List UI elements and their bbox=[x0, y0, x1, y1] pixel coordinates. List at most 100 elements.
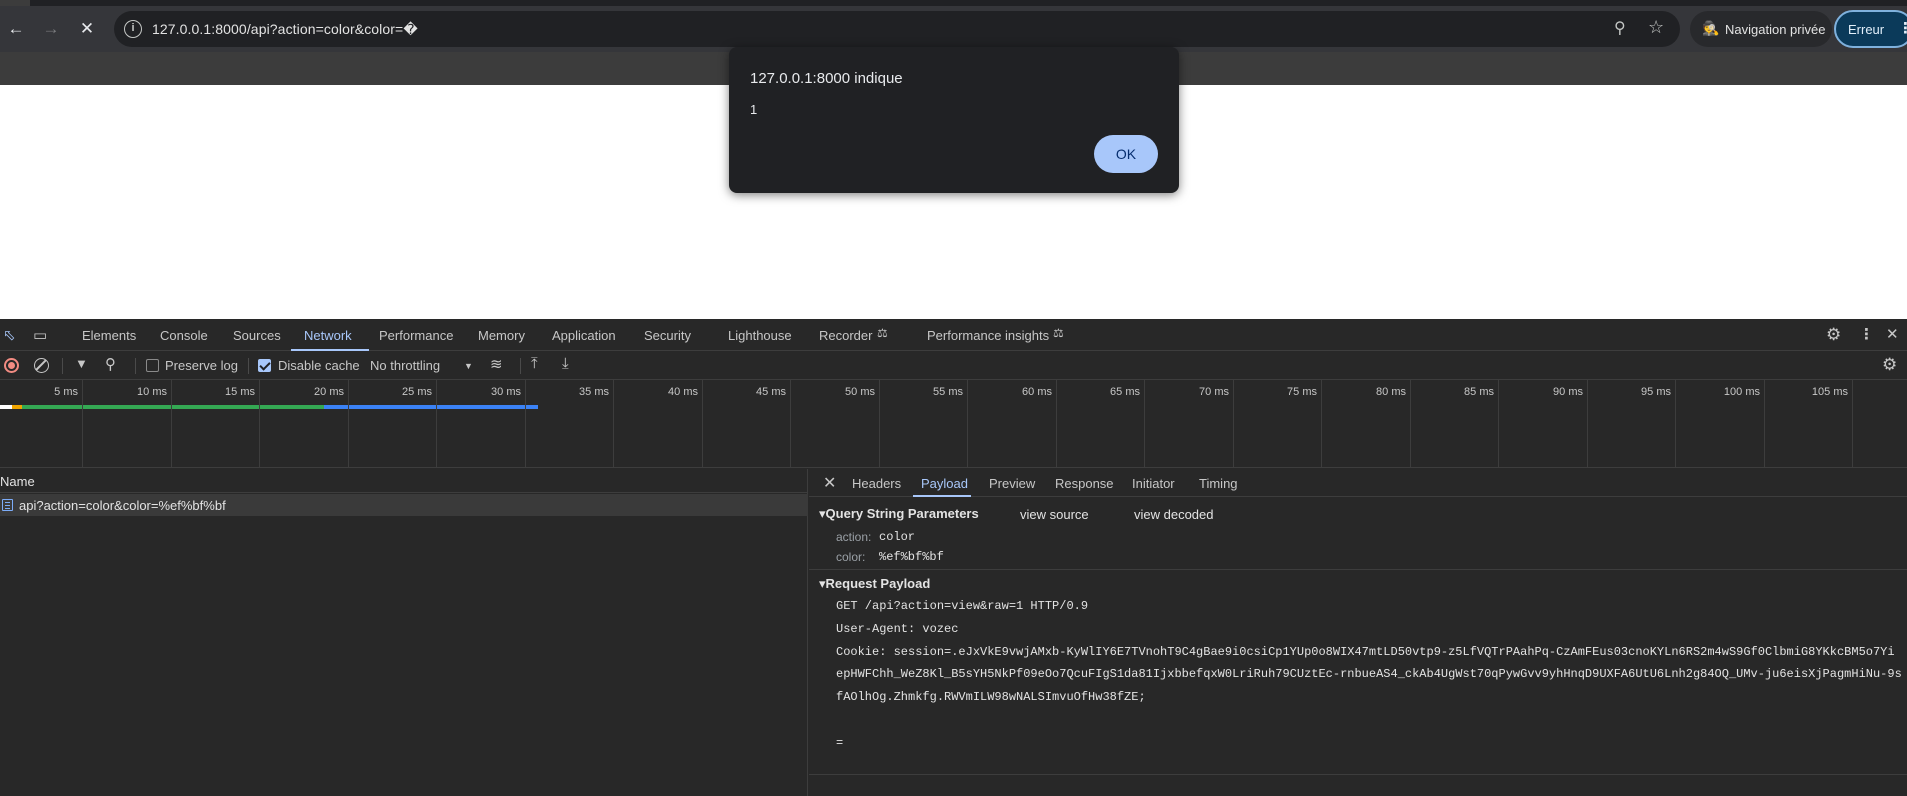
timeline-gridline bbox=[1056, 380, 1057, 468]
table-row[interactable]: api?action=color&color=%ef%bf%bf bbox=[0, 494, 808, 516]
timeline-tick-label: 45 ms bbox=[756, 386, 786, 398]
close-devtools-icon[interactable]: ✕ bbox=[1886, 325, 1899, 343]
more-options-icon[interactable]: ⋮ bbox=[1859, 325, 1874, 343]
tab-security[interactable]: Security bbox=[644, 328, 691, 343]
timeline-gridline bbox=[967, 380, 968, 468]
view-source-link[interactable]: view source bbox=[1020, 507, 1089, 522]
error-button[interactable]: Erreur ⋮ bbox=[1834, 10, 1907, 48]
query-params-title: Query String Parameters bbox=[825, 506, 979, 521]
more-icon[interactable]: ⋮ bbox=[1898, 19, 1907, 37]
param-value-action: color bbox=[879, 530, 916, 544]
inspect-element-icon[interactable]: ⬁ bbox=[3, 326, 16, 344]
timeline-gridline bbox=[702, 380, 703, 468]
timeline-bar-stalled bbox=[12, 405, 22, 409]
timeline-tick-label: 5 ms bbox=[54, 386, 78, 398]
star-icon[interactable]: ☆ bbox=[1648, 17, 1664, 38]
tab-performance-insights[interactable]: Performance insights bbox=[927, 328, 1049, 343]
param-key-action: action: bbox=[836, 530, 872, 544]
tab-initiator[interactable]: Initiator bbox=[1132, 476, 1175, 491]
stop-icon[interactable]: ✕ bbox=[74, 16, 100, 42]
zoom-icon[interactable]: ⚲ bbox=[1614, 18, 1626, 38]
tab-sources[interactable]: Sources bbox=[233, 328, 281, 343]
timeline-gridline bbox=[82, 380, 83, 468]
timeline-gridline bbox=[525, 380, 526, 468]
details-tab-bar: ✕ Headers Payload Preview Response Initi… bbox=[809, 469, 1907, 497]
timeline-gridline bbox=[259, 380, 260, 468]
toolbar-divider bbox=[62, 358, 63, 374]
info-icon[interactable]: i bbox=[124, 20, 142, 38]
timeline-tick-label: 35 ms bbox=[579, 386, 609, 398]
address-bar[interactable]: i 127.0.0.1:8000/api?action=color&color=… bbox=[114, 11, 1680, 47]
timeline-gridline bbox=[790, 380, 791, 468]
tab-memory[interactable]: Memory bbox=[478, 328, 525, 343]
tab-timing[interactable]: Timing bbox=[1199, 476, 1238, 491]
browser-toolbar: ← → ✕ i 127.0.0.1:8000/api?action=color&… bbox=[0, 6, 1907, 52]
timeline-tick-label: 15 ms bbox=[225, 386, 255, 398]
view-decoded-link[interactable]: view decoded bbox=[1134, 507, 1214, 522]
timeline-gridline bbox=[1233, 380, 1234, 468]
close-details-icon[interactable]: ✕ bbox=[823, 473, 836, 493]
timeline-tick-label: 55 ms bbox=[933, 386, 963, 398]
timeline-tick-label: 40 ms bbox=[668, 386, 698, 398]
tab-preview[interactable]: Preview bbox=[989, 476, 1035, 491]
network-timeline-overview[interactable]: 5 ms 10 ms 15 ms 20 ms 25 ms 30 ms 35 ms 40 ms 4… bbox=[0, 380, 1907, 468]
timeline-gridline bbox=[1587, 380, 1588, 468]
timeline-tick-label: 75 ms bbox=[1287, 386, 1317, 398]
filter-icon[interactable]: ▼ bbox=[75, 356, 88, 371]
forward-arrow-icon[interactable]: → bbox=[38, 16, 64, 42]
payload-line: User-Agent: vozec bbox=[836, 622, 959, 636]
param-key-color: color: bbox=[836, 550, 866, 564]
timeline-tick-label: 30 ms bbox=[491, 386, 521, 398]
tab-application[interactable]: Application bbox=[552, 328, 616, 343]
tab-headers[interactable]: Headers bbox=[852, 476, 901, 491]
preserve-log-checkbox[interactable] bbox=[146, 359, 159, 372]
settings-gear-icon[interactable]: ⚙ bbox=[1826, 325, 1841, 345]
incognito-icon: 🕵 bbox=[1702, 20, 1720, 36]
search-icon[interactable]: ⚲ bbox=[105, 355, 116, 373]
timeline-gridline bbox=[1321, 380, 1322, 468]
document-icon bbox=[2, 499, 13, 511]
tab-recorder[interactable]: Recorder bbox=[819, 328, 872, 343]
column-header-name[interactable]: Name bbox=[0, 469, 808, 493]
toolbar-divider bbox=[520, 358, 521, 374]
request-details: ✕ Headers Payload Preview Response Initi… bbox=[809, 469, 1907, 796]
back-arrow-icon[interactable]: ← bbox=[3, 16, 29, 42]
timeline-tick-label: 80 ms bbox=[1376, 386, 1406, 398]
request-payload-toggle[interactable]: ▾Request Payload bbox=[819, 576, 930, 592]
network-conditions-icon[interactable]: ≋ bbox=[490, 355, 503, 373]
tab-console[interactable]: Console bbox=[160, 328, 208, 343]
tab-lighthouse[interactable]: Lighthouse bbox=[728, 328, 792, 343]
tab-payload[interactable]: Payload bbox=[921, 476, 968, 491]
tab-elements[interactable]: Elements bbox=[82, 328, 136, 343]
clear-icon[interactable] bbox=[34, 358, 49, 373]
timeline-tick-label: 60 ms bbox=[1022, 386, 1052, 398]
payload-line: epHWFChh_WeZ8Kl_B5sYH5NkPf09eOo7QcuFIgS1… bbox=[836, 667, 1902, 681]
tab-network[interactable]: Network bbox=[304, 328, 352, 343]
private-browsing-chip[interactable]: 🕵 Navigation privée bbox=[1690, 11, 1832, 47]
timeline-gridline bbox=[171, 380, 172, 468]
device-toolbar-icon[interactable]: ▭ bbox=[33, 326, 47, 344]
section-divider bbox=[809, 774, 1907, 775]
dialog-message: 1 bbox=[750, 102, 758, 117]
timeline-gridline bbox=[436, 380, 437, 468]
tab-response[interactable]: Response bbox=[1055, 476, 1114, 491]
download-icon[interactable]: ⤓ bbox=[562, 355, 569, 372]
chevron-down-icon[interactable]: ▼ bbox=[464, 361, 473, 371]
disable-cache-checkbox[interactable] bbox=[258, 359, 271, 372]
query-params-toggle[interactable]: ▾Query String Parameters bbox=[819, 506, 979, 522]
ok-button[interactable]: OK bbox=[1094, 135, 1158, 173]
timeline-tick-label: 10 ms bbox=[137, 386, 167, 398]
throttling-select[interactable]: No throttling bbox=[370, 358, 440, 373]
flask-icon: ⚖ bbox=[1053, 326, 1064, 340]
section-divider bbox=[809, 569, 1907, 570]
upload-icon[interactable]: ⤒ bbox=[531, 355, 538, 372]
timeline-gridline bbox=[1852, 380, 1853, 468]
disable-cache-label: Disable cache bbox=[278, 358, 360, 373]
tab-performance[interactable]: Performance bbox=[379, 328, 453, 343]
record-stop-icon[interactable] bbox=[4, 358, 19, 373]
network-settings-icon[interactable]: ⚙ bbox=[1882, 355, 1897, 375]
timeline-tick-label: 25 ms bbox=[402, 386, 432, 398]
timeline-tick-label: 85 ms bbox=[1464, 386, 1494, 398]
timeline-tick-label: 105 ms bbox=[1811, 386, 1848, 398]
url-text[interactable]: 127.0.0.1:8000/api?action=color&color=� bbox=[152, 21, 418, 38]
